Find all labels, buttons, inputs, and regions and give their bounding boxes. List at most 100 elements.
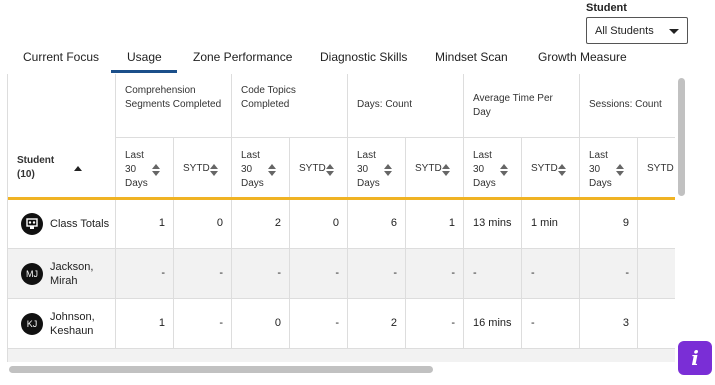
tab-zone-performance[interactable]: Zone Performance xyxy=(193,50,292,64)
table-cell: 1 xyxy=(116,200,174,249)
table-cell: 3 xyxy=(580,299,638,349)
group-header-comprehension: Comprehension Segments Completed xyxy=(116,74,232,138)
cell-value: - xyxy=(219,267,223,279)
cell-value: 3 xyxy=(622,317,629,329)
cell-value: 0 xyxy=(332,217,339,229)
table-cell: 16 mins xyxy=(464,299,522,349)
sort-ascending-icon[interactable] xyxy=(74,166,82,171)
cell-value: 2 xyxy=(274,217,281,229)
table-cell: 1 min xyxy=(522,200,580,249)
table-cell: - xyxy=(522,299,580,349)
table-cell xyxy=(638,299,675,349)
cell-value: - xyxy=(277,267,281,279)
subheader-sytd[interactable]: SYTD xyxy=(406,138,464,198)
group-header-label: Code Topics Completed xyxy=(241,85,296,110)
cell-value: 1 xyxy=(448,217,455,229)
sort-icon[interactable] xyxy=(558,163,566,177)
table-cell xyxy=(638,249,675,299)
avatar: KJ xyxy=(21,313,43,335)
tab-usage[interactable]: Usage xyxy=(127,50,162,64)
student-cell: KJ Johnson, Keshaun xyxy=(8,299,116,349)
table-cell xyxy=(638,200,675,249)
subheader-label: Last 30 Days xyxy=(589,150,612,189)
sort-icon[interactable] xyxy=(268,163,276,177)
cell-value: - xyxy=(625,267,629,279)
table-cell: - xyxy=(406,299,464,349)
subheader-sytd[interactable]: SYTD xyxy=(522,138,580,198)
info-button[interactable]: i xyxy=(678,341,712,375)
table-cell: - xyxy=(464,249,522,299)
cell-value: 13 mins xyxy=(473,217,512,229)
cell-value: - xyxy=(335,317,339,329)
group-header-code-topics: Code Topics Completed xyxy=(232,74,348,138)
table-cell: - xyxy=(174,249,232,299)
subheader-label: SYTD xyxy=(299,163,326,174)
sort-icon[interactable] xyxy=(384,163,392,177)
horizontal-scrollbar-thumb[interactable] xyxy=(9,366,433,373)
sort-icon[interactable] xyxy=(442,163,450,177)
subheader-last-30-days[interactable]: Last 30 Days xyxy=(464,138,522,198)
tab-diagnostic-skills[interactable]: Diagnostic Skills xyxy=(320,50,407,64)
table-cell: 6 xyxy=(348,200,406,249)
subheader-label: SYTD xyxy=(531,163,558,174)
table-cell: 0 xyxy=(290,200,348,249)
tab-mindset-scan[interactable]: Mindset Scan xyxy=(435,50,508,64)
cell-value: - xyxy=(393,267,397,279)
subheader-last-30-days[interactable]: Last 30 Days xyxy=(580,138,638,198)
subheader-sytd[interactable]: SYTD xyxy=(638,138,675,198)
subheader-last-30-days[interactable]: Last 30 Days xyxy=(232,138,290,198)
cell-value: 9 xyxy=(622,217,629,229)
subheader-label: SYTD xyxy=(183,163,210,174)
tab-current-focus[interactable]: Current Focus xyxy=(23,50,99,64)
student-column-header[interactable]: Student (10) xyxy=(8,74,116,198)
group-header-label: Sessions: Count xyxy=(589,99,662,110)
sort-icon[interactable] xyxy=(326,163,334,177)
student-select[interactable]: All Students xyxy=(586,17,688,44)
subheader-label: Last 30 Days xyxy=(357,150,380,189)
table-row: MJ Jackson, Mirah - - - - - - - - - xyxy=(8,249,675,299)
table-row: Class Totals 1 0 2 0 6 1 13 mins 1 min 9 xyxy=(8,200,675,249)
info-icon: i xyxy=(691,346,699,370)
table-row: KJ Johnson, Keshaun 1 - 0 - 2 - 16 mins … xyxy=(8,299,675,349)
cell-value: 16 mins xyxy=(473,317,512,329)
subheader-last-30-days[interactable]: Last 30 Days xyxy=(348,138,406,198)
student-select-value: All Students xyxy=(595,24,654,37)
cell-value: 0 xyxy=(216,217,223,229)
table-cell: 0 xyxy=(232,299,290,349)
sort-icon[interactable] xyxy=(210,163,218,177)
cell-value: - xyxy=(219,317,223,329)
sort-icon[interactable] xyxy=(500,163,508,177)
cell-value: 6 xyxy=(390,217,397,229)
cell-value: - xyxy=(161,267,165,279)
student-name[interactable]: Jackson, Mirah xyxy=(50,260,93,288)
class-totals-icon xyxy=(21,213,43,235)
subheader-sytd[interactable]: SYTD xyxy=(290,138,348,198)
table-row xyxy=(8,349,675,362)
active-tab-indicator xyxy=(111,70,177,73)
vertical-scrollbar-thumb[interactable] xyxy=(678,78,685,196)
group-header-label: Days: Count xyxy=(357,99,413,110)
table-cell: - xyxy=(174,299,232,349)
table-cell: 0 xyxy=(174,200,232,249)
group-header-average-time: Average Time Per Day xyxy=(464,74,580,138)
table-cell: 1 xyxy=(406,200,464,249)
table-cell: - xyxy=(232,249,290,299)
tab-growth-measure[interactable]: Growth Measure xyxy=(538,50,627,64)
table-cell: 2 xyxy=(348,299,406,349)
avatar: MJ xyxy=(21,263,43,285)
student-name[interactable]: Class Totals xyxy=(50,217,109,231)
subheader-last-30-days[interactable]: Last 30 Days xyxy=(116,138,174,198)
student-name[interactable]: Johnson, Keshaun xyxy=(50,310,95,338)
subheader-sytd[interactable]: SYTD xyxy=(174,138,232,198)
table-cell: 9 xyxy=(580,200,638,249)
sort-icon[interactable] xyxy=(616,163,624,177)
table-cell: 2 xyxy=(232,200,290,249)
student-cell: Class Totals xyxy=(8,200,116,249)
sort-icon[interactable] xyxy=(152,163,160,177)
table-cell: - xyxy=(116,249,174,299)
subheader-label: Last 30 Days xyxy=(473,150,496,189)
group-header-days-count: Days: Count xyxy=(348,74,464,138)
cell-value: - xyxy=(473,267,477,279)
subheader-label: SYTD xyxy=(415,163,442,174)
student-filter-label: Student xyxy=(586,2,627,14)
